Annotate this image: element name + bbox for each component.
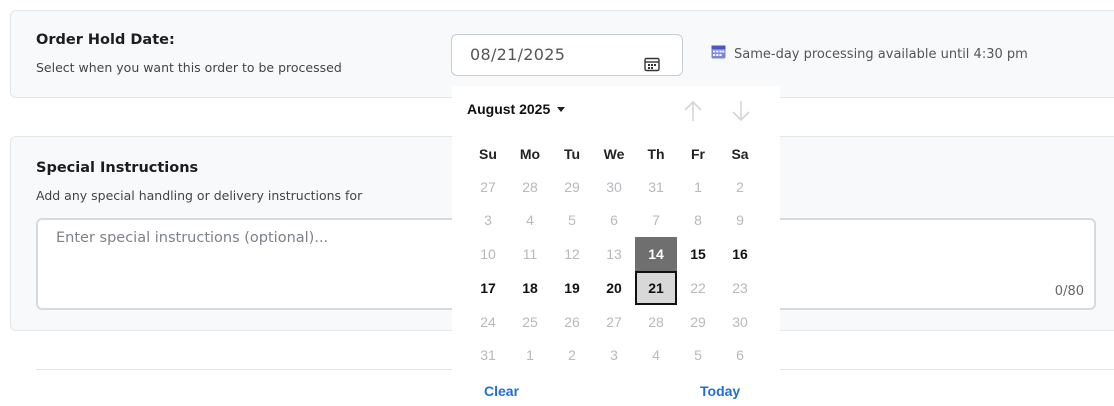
calendar-day: 13 <box>606 246 622 262</box>
calendar-day[interactable]: 15 <box>677 237 719 271</box>
calendar-day: 1 <box>694 179 702 195</box>
calendar-icon[interactable] <box>644 47 660 87</box>
date-picker-popup: August 2025 Su Mo Tu We Th Fr Sa 27 28 29 30 31 1 2 3… <box>452 86 780 406</box>
calendar-day: 5 <box>694 347 702 363</box>
calendar-day: 28 <box>648 314 664 330</box>
calendar-day: 9 <box>736 212 744 228</box>
calendar-day: 8 <box>694 212 702 228</box>
textarea-placeholder: Enter special instructions (optional)... <box>56 230 329 246</box>
today-button[interactable]: Today <box>700 383 740 399</box>
calendar-day[interactable]: 16 <box>719 237 761 271</box>
calendar-day: 27 <box>480 179 496 195</box>
calendar-day: 24 <box>480 314 496 330</box>
calendar-day: 2 <box>736 179 744 195</box>
character-counter: 0/80 <box>1054 284 1084 299</box>
calendar-day: 2 <box>568 347 576 363</box>
calendar-day: 1 <box>526 347 534 363</box>
hold-date-input[interactable]: 08/21/2025 <box>451 34 683 76</box>
weekday-label: Sa <box>731 146 749 162</box>
calendar-day[interactable]: 19 <box>551 271 593 305</box>
calendar-day: 31 <box>648 179 664 195</box>
weekday-label: We <box>603 146 625 162</box>
weekday-label: Fr <box>691 146 705 162</box>
calendar-day: 25 <box>522 314 538 330</box>
processing-note: Same-day processing available until 4:30… <box>711 45 1028 63</box>
calendar-day: 10 <box>480 246 496 262</box>
calendar-day: 12 <box>564 246 580 262</box>
calendar-day[interactable]: 14 <box>635 237 677 271</box>
next-month-button[interactable] <box>730 98 752 124</box>
previous-month-button[interactable] <box>682 98 704 124</box>
calendar-day: 7 <box>652 212 660 228</box>
weekday-label: Tu <box>563 146 581 162</box>
calendar-note-icon <box>711 45 726 63</box>
calendar-day[interactable]: 17 <box>467 271 509 305</box>
processing-note-text: Same-day processing available until 4:30… <box>734 46 1028 62</box>
weekday-label: Th <box>647 146 665 162</box>
calendar-day: 28 <box>522 179 538 195</box>
calendar-day: 30 <box>606 179 622 195</box>
calendar-day[interactable]: 18 <box>509 271 551 305</box>
calendar-day: 3 <box>610 347 618 363</box>
calendar-day: 27 <box>606 314 622 330</box>
calendar-day: 29 <box>690 314 706 330</box>
order-hold-title: Order Hold Date: <box>36 32 175 48</box>
calendar-day: 3 <box>484 212 492 228</box>
calendar-day: 26 <box>564 314 580 330</box>
order-hold-subtitle: Select when you want this order to be pr… <box>36 60 342 75</box>
arrow-down-icon <box>732 101 750 122</box>
hold-date-value: 08/21/2025 <box>470 45 566 64</box>
calendar-day: 5 <box>568 212 576 228</box>
calendar-day: 11 <box>522 246 538 262</box>
weekday-label: Mo <box>519 146 541 162</box>
special-instructions-title: Special Instructions <box>36 160 199 176</box>
weekday-label: Su <box>479 146 497 162</box>
clear-button[interactable]: Clear <box>484 383 519 399</box>
calendar-day: 30 <box>732 314 748 330</box>
caret-down-icon <box>557 106 566 112</box>
month-year-selector[interactable]: August 2025 <box>467 101 566 117</box>
calendar-day: 6 <box>736 347 744 363</box>
calendar-day: 23 <box>732 280 748 296</box>
calendar-day[interactable]: 21 <box>635 271 677 305</box>
calendar-day: 29 <box>564 179 580 195</box>
calendar-day: 6 <box>610 212 618 228</box>
calendar-day: 4 <box>652 347 660 363</box>
month-year-label: August 2025 <box>467 101 551 117</box>
calendar-day: 4 <box>526 212 534 228</box>
calendar-day: 22 <box>690 280 706 296</box>
arrow-up-icon <box>684 100 702 121</box>
calendar-day[interactable]: 20 <box>593 271 635 305</box>
calendar-day: 31 <box>480 347 496 363</box>
special-instructions-subtitle: Add any special handling or delivery ins… <box>36 188 363 203</box>
